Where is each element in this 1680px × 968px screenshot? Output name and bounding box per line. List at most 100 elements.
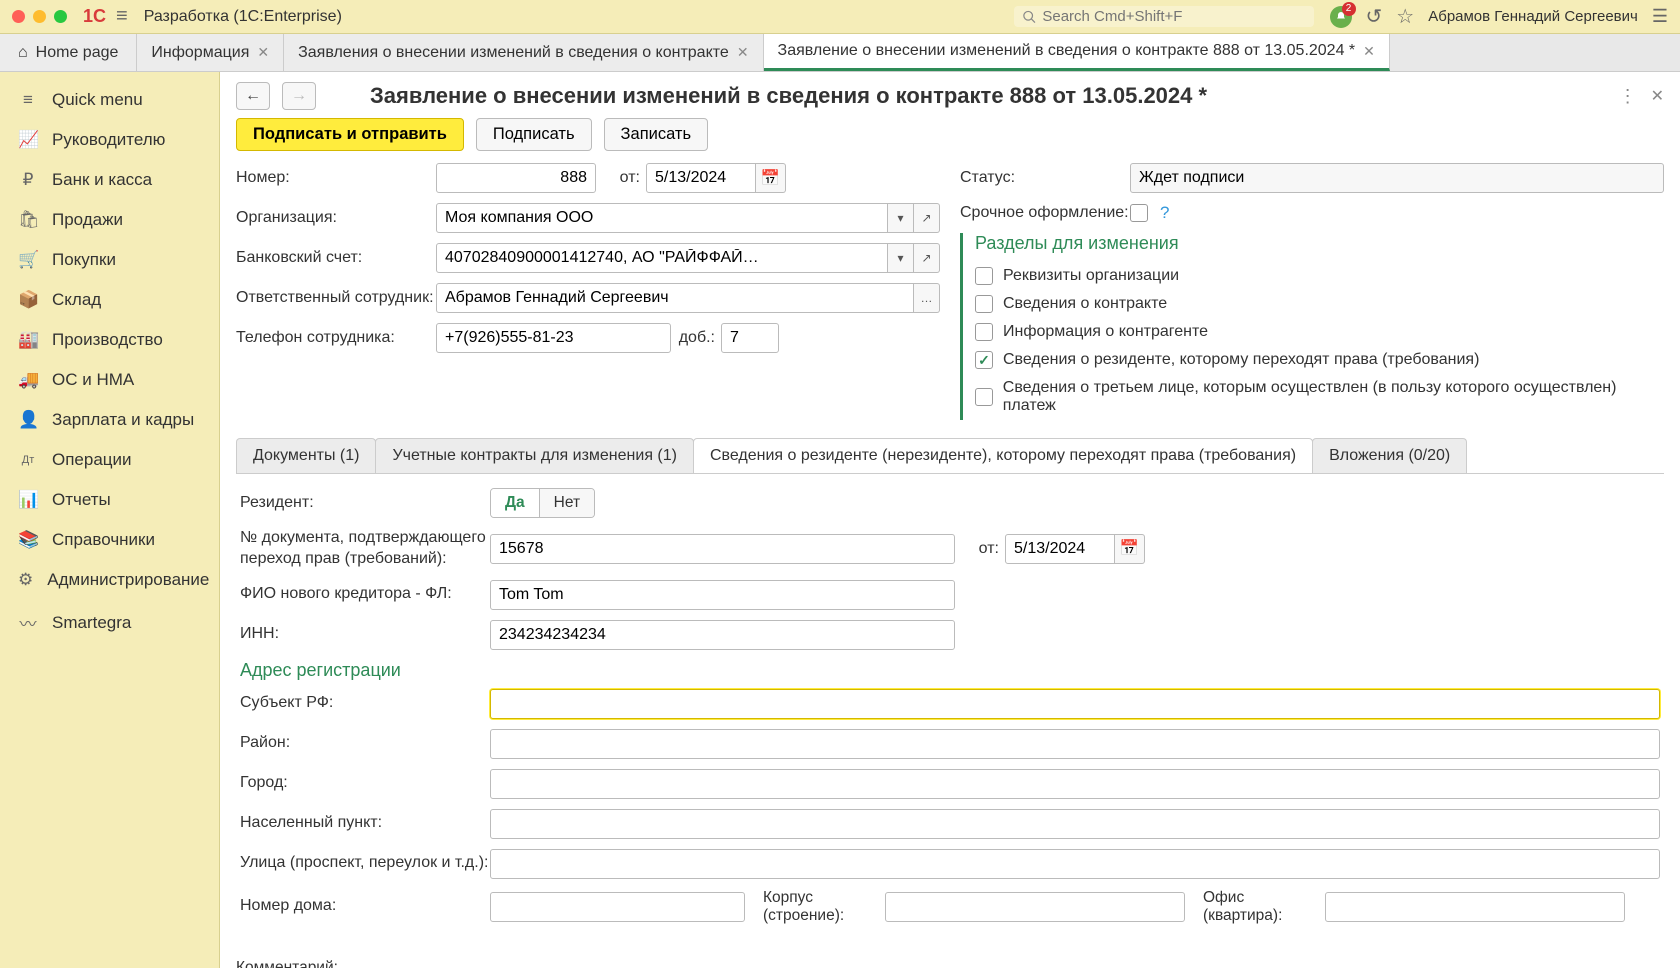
sign-button[interactable]: Подписать — [476, 118, 592, 151]
sidebar-item-payroll[interactable]: 👤Зарплата и кадры — [0, 400, 219, 440]
sidebar-item-label: Отчеты — [52, 490, 111, 510]
favorites-icon[interactable]: ☆ — [1396, 4, 1414, 29]
korpus-input[interactable] — [885, 892, 1185, 922]
house-input[interactable] — [490, 892, 745, 922]
tab-label: Информация — [151, 44, 249, 62]
global-search[interactable] — [1014, 6, 1314, 27]
panel-toggle-icon[interactable]: ☰ — [1652, 6, 1668, 27]
settlement-input[interactable] — [490, 809, 1660, 839]
app-title: Разработка (1C:Enterprise) — [144, 8, 342, 26]
sidebar-item-administration[interactable]: ⚙Администрирование — [0, 560, 219, 600]
sidebar-item-manager[interactable]: 📈Руководителю — [0, 120, 219, 160]
doc-number-input[interactable] — [490, 534, 955, 564]
sidebar-item-sales[interactable]: 🛍Продажи — [0, 200, 219, 240]
maximize-window-icon[interactable] — [54, 10, 67, 23]
chevron-down-icon[interactable]: ▾ — [888, 243, 914, 273]
sidebar-item-catalogs[interactable]: 📚Справочники — [0, 520, 219, 560]
checkbox-resident-rights[interactable] — [975, 351, 993, 369]
open-reference-icon[interactable]: ↗ — [914, 203, 940, 233]
open-reference-icon[interactable]: ↗ — [914, 243, 940, 273]
resp-input[interactable] — [436, 283, 914, 313]
help-icon[interactable]: ? — [1160, 203, 1169, 223]
calendar-icon[interactable]: 📅 — [1115, 534, 1145, 564]
nav-back-button[interactable]: ← — [236, 82, 270, 110]
minimize-window-icon[interactable] — [33, 10, 46, 23]
office-label: Офис (квартира): — [1185, 889, 1325, 925]
inn-input[interactable] — [490, 620, 955, 650]
titlebar: 1C ≡ Разработка (1C:Enterprise) 2 ↺ ☆ Аб… — [0, 0, 1680, 34]
org-input[interactable] — [436, 203, 888, 233]
ext-input[interactable] — [721, 323, 779, 353]
sidebar-item-assets[interactable]: 🚚ОС и НМА — [0, 360, 219, 400]
page-title: Заявление о внесении изменений в сведени… — [370, 83, 1207, 109]
phone-label: Телефон сотрудника: — [236, 329, 436, 347]
close-panel-icon[interactable]: ✕ — [1651, 86, 1664, 107]
app-logo-icon: 1C — [83, 6, 106, 27]
checkbox-contract-info[interactable] — [975, 295, 993, 313]
sidebar-item-reports[interactable]: 📊Отчеты — [0, 480, 219, 520]
sidebar-item-label: Продажи — [52, 210, 123, 230]
street-label: Улица (проспект, переулок и т.д.): — [240, 853, 490, 874]
history-icon[interactable]: ↺ — [1366, 4, 1383, 29]
district-input[interactable] — [490, 729, 1660, 759]
number-input[interactable] — [436, 163, 596, 193]
sidebar-item-warehouse[interactable]: 📦Склад — [0, 280, 219, 320]
checkbox-label: Информация о контрагенте — [1003, 323, 1208, 341]
notifications-icon[interactable]: 2 — [1330, 6, 1352, 28]
list-icon: ≡ — [18, 90, 38, 110]
tab-home[interactable]: ⌂ Home page — [0, 34, 137, 71]
house-label: Номер дома: — [240, 896, 490, 917]
sidebar: ≡Quick menu 📈Руководителю ₽Банк и касса … — [0, 72, 220, 968]
main-menu-icon[interactable]: ≡ — [116, 5, 128, 28]
nav-forward-button[interactable]: → — [282, 82, 316, 110]
sidebar-item-bank[interactable]: ₽Банк и касса — [0, 160, 219, 200]
calendar-icon[interactable]: 📅 — [756, 163, 786, 193]
inner-tab-attachments[interactable]: Вложения (0/20) — [1312, 438, 1467, 473]
ellipsis-icon[interactable]: … — [914, 283, 940, 313]
search-input[interactable] — [1042, 8, 1305, 25]
inner-tab-contracts[interactable]: Учетные контракты для изменения (1) — [375, 438, 694, 473]
username-label[interactable]: Абрамов Геннадий Сергеевич — [1428, 8, 1638, 25]
sidebar-item-production[interactable]: 🏭Производство — [0, 320, 219, 360]
tab-information[interactable]: Информация ✕ — [137, 34, 284, 71]
toggle-no-button[interactable]: Нет — [539, 489, 594, 517]
inner-tab-resident-info[interactable]: Сведения о резиденте (нерезиденте), кото… — [693, 438, 1313, 473]
toggle-yes-button[interactable]: Да — [491, 489, 539, 517]
save-button[interactable]: Записать — [604, 118, 709, 151]
chevron-down-icon[interactable]: ▾ — [888, 203, 914, 233]
urgent-checkbox[interactable] — [1130, 204, 1148, 222]
phone-input[interactable] — [436, 323, 671, 353]
street-input[interactable] — [490, 849, 1660, 879]
search-icon — [1022, 9, 1037, 25]
factory-icon: 🏭 — [18, 330, 38, 350]
fio-input[interactable] — [490, 580, 955, 610]
office-input[interactable] — [1325, 892, 1625, 922]
sidebar-item-quick-menu[interactable]: ≡Quick menu — [0, 80, 219, 120]
truck-icon: 🚚 — [18, 370, 38, 390]
sidebar-item-operations[interactable]: ДтОперации — [0, 440, 219, 480]
tab-applications-list[interactable]: Заявления о внесении изменений в сведени… — [284, 34, 763, 71]
close-window-icon[interactable] — [12, 10, 25, 23]
date-input[interactable] — [646, 163, 756, 193]
subject-input[interactable] — [490, 689, 1660, 719]
bank-input[interactable] — [436, 243, 888, 273]
close-icon[interactable]: ✕ — [737, 44, 749, 61]
top-icons: 2 ↺ ☆ Абрамов Геннадий Сергеевич ☰ — [1330, 4, 1668, 29]
close-icon[interactable]: ✕ — [1363, 43, 1375, 60]
more-icon[interactable]: ⋮ — [1619, 86, 1637, 107]
doc-date-input[interactable] — [1005, 534, 1115, 564]
tab-label: Заявления о внесении изменений в сведени… — [298, 44, 729, 62]
checkbox-counterparty[interactable] — [975, 323, 993, 341]
inner-tab-documents[interactable]: Документы (1) — [236, 438, 376, 473]
ruble-icon: ₽ — [18, 170, 38, 190]
checkbox-third-party[interactable] — [975, 388, 993, 406]
close-icon[interactable]: ✕ — [257, 44, 269, 61]
address-title: Адрес регистрации — [240, 660, 1660, 681]
sidebar-item-purchases[interactable]: 🛒Покупки — [0, 240, 219, 280]
tab-current-application[interactable]: Заявление о внесении изменений в сведени… — [764, 34, 1390, 71]
sidebar-item-smartegra[interactable]: 〰Smartegra — [0, 600, 219, 645]
number-label: Номер: — [236, 169, 436, 187]
checkbox-org-details[interactable] — [975, 267, 993, 285]
sign-and-send-button[interactable]: Подписать и отправить — [236, 118, 464, 151]
city-input[interactable] — [490, 769, 1660, 799]
